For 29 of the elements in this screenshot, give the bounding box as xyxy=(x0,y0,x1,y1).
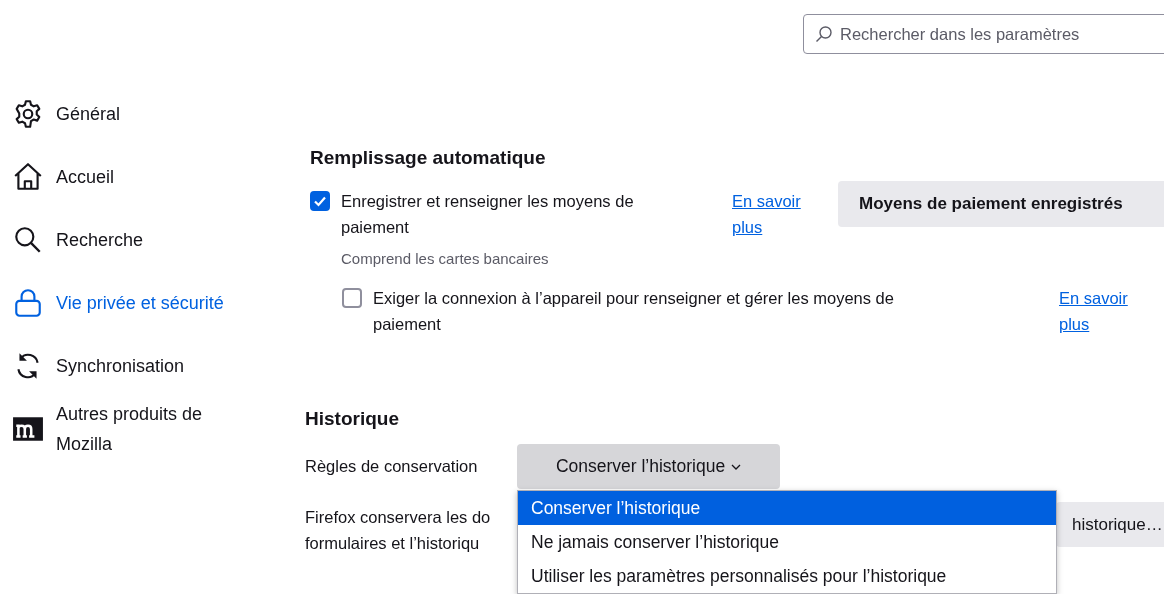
dropdown-option[interactable]: Utiliser les paramètres personnalisés pour l’historique xyxy=(518,559,1056,593)
sidebar-item[interactable]: Recherche xyxy=(0,208,290,271)
search-field[interactable]: Rechercher dans les paramètres xyxy=(803,14,1164,54)
checkbox-label: Enregistrer et renseigner les moyens de paiement xyxy=(341,191,635,238)
sidebar-item[interactable]: Synchronisation xyxy=(0,334,290,397)
checkmark-icon xyxy=(313,194,327,208)
checkbox[interactable] xyxy=(342,288,362,308)
section-heading: Historique xyxy=(305,407,400,431)
sidebar-item[interactable]: Vie privée et sécurité xyxy=(0,271,290,334)
dropdown-option[interactable]: Conserver l’historique xyxy=(518,491,1056,525)
dropdown-option[interactable]: Ne jamais conserver l’historique xyxy=(518,525,1056,559)
checkbox-label: Exiger la connexion à l’appareil pour renseigner et gérer les moyens de paiement xyxy=(373,288,895,335)
checkbox[interactable] xyxy=(310,191,330,211)
sidebar-item[interactable]: Accueil xyxy=(0,145,290,208)
sidebar-item[interactable]: Général xyxy=(0,82,290,145)
learn-more-link[interactable]: En savoir plus xyxy=(732,188,812,240)
section-heading: Remplissage automatique xyxy=(310,146,547,170)
field-label: Règles de conservation xyxy=(305,457,479,476)
house-icon xyxy=(12,160,44,193)
search-icon xyxy=(815,25,833,43)
saved-payments-button[interactable]: Moyens de paiement enregistrés xyxy=(838,181,1164,227)
sidebar-item[interactable]: Autres produits de Mozilla xyxy=(0,397,290,460)
option-note: Comprend les cartes bancaires xyxy=(341,249,550,269)
lock-icon xyxy=(12,286,44,319)
chevron-icon xyxy=(731,462,742,471)
learn-more-link[interactable]: En savoir plus xyxy=(1059,285,1139,337)
history-dropdown[interactable]: Conserver l’historique xyxy=(517,444,780,489)
history-button[interactable]: historique… xyxy=(1056,502,1164,547)
history-description: Firefox conservera les do formulaires et l’historiqu xyxy=(305,507,491,554)
